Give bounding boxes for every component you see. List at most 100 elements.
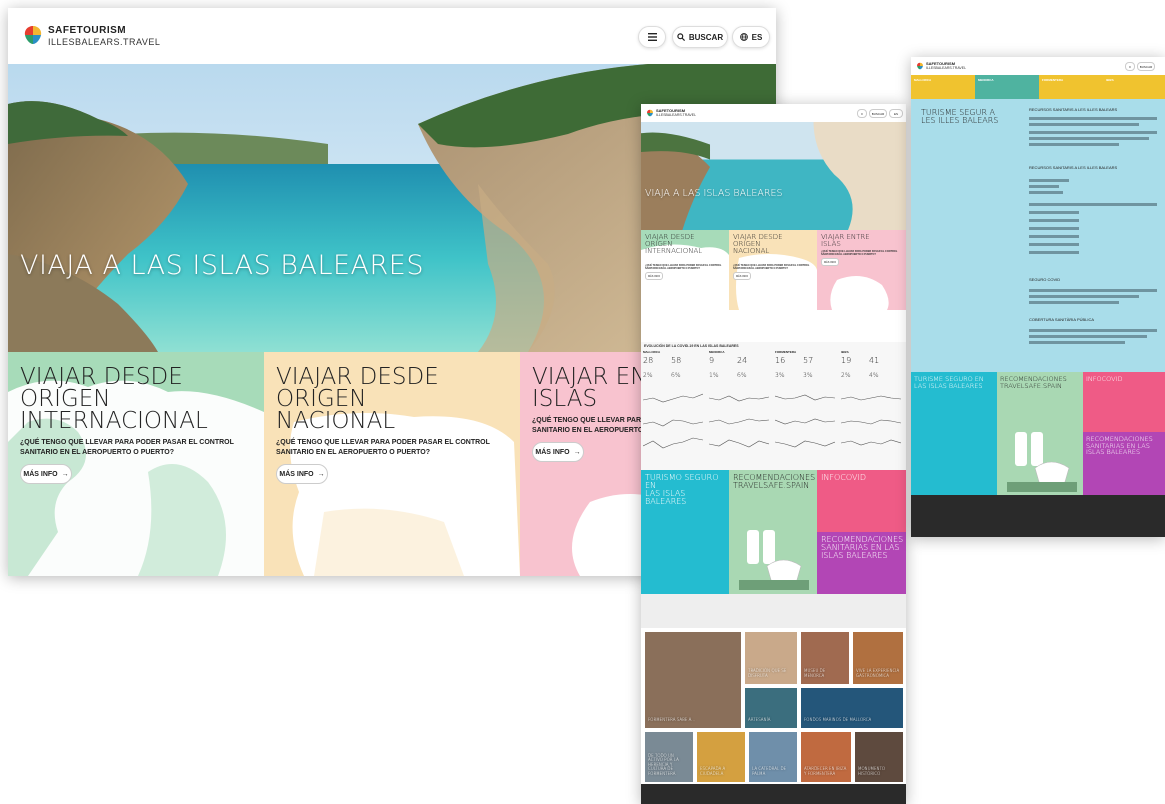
menu-button[interactable] [638, 26, 666, 48]
section-heading: RECURSOS SANITARIS A LES ILLES BALEARS [1029, 107, 1118, 112]
section-heading: SEGURO COVID [1029, 277, 1061, 282]
covid-evolution-section: EVOLUCIÓN DE LA COVID-19 EN LAS ISLAS BA… [641, 342, 906, 470]
panel-question: ¿QUÉ TENGO QUE LLEVAR PARA PODER PASAR E… [821, 250, 898, 256]
panel-title: VIAJAR ENTRE ISLAS [821, 233, 870, 248]
hero-beach-image [641, 122, 906, 230]
panel-national: VIAJAR DESDE ORIGEN NACIONAL ¿QUÉ TENGO QU… [729, 230, 817, 310]
hero-title: VIAJA A LAS ISLAS BALEARES [645, 188, 783, 199]
menu-icon: ≡ [1129, 64, 1131, 69]
more-info-button[interactable]: MÁS INFO → [532, 442, 584, 462]
section-title: EVOLUCIÓN DE LA COVID-19 EN LAS ISLAS BA… [644, 344, 739, 348]
menu-button[interactable]: ≡ [1125, 62, 1135, 71]
gallery-tile[interactable]: ARTESANÍA [745, 688, 797, 728]
panel-question: ¿QUÉ TENGO QUE LLEVAR PARA PODER PASAR E… [645, 264, 722, 270]
panel-title: VIAJAR DESDE ORIGEN NACIONAL [276, 364, 439, 434]
page-title: TURISME SEGUR A LES ILLES BALEARS [921, 108, 999, 125]
language-button[interactable]: ES [732, 26, 770, 48]
more-info-button[interactable]: MÁS INFO → [276, 464, 328, 484]
paragraph-line [1029, 335, 1147, 338]
safetourism-logo-icon[interactable] [916, 62, 924, 70]
nav-island-mallorca[interactable]: MALLORCA [911, 75, 975, 99]
gallery-tile[interactable]: LA CATEDRAL DE PALMA [749, 732, 797, 782]
health-resources-content: TURISME SEGUR A LES ILLES BALEARS RECURS… [911, 99, 1165, 372]
nav-island-formentera[interactable]: FORMENTERA [1039, 75, 1103, 99]
gallery-tile[interactable]: ESCAPADA A CIUDADELA [697, 732, 745, 782]
table-row [1029, 179, 1069, 182]
site-header: SAFETOURISM ILLESBALEARS.TRAVEL ≡ BUSCAR… [641, 104, 906, 122]
nav-island-ibiza[interactable]: IBIZA [1103, 75, 1165, 99]
site-header: SAFETOURISM ILLESBALEARS.TRAVEL ≡ BUSCAR [911, 57, 1165, 75]
safetourism-logo-icon[interactable] [646, 109, 654, 117]
gallery-tile[interactable]: FONDOS MARINOS DE MALLORCA [801, 688, 903, 728]
search-button[interactable]: BUSCAR [1137, 62, 1155, 71]
panel-question: ¿QUÉ TENGO QUE LLEVAR PARA PODER PASAR E… [733, 264, 810, 270]
section-heading: COBERTURA SANITÀRIA PÚBLICA [1029, 317, 1095, 322]
gallery-tile[interactable]: FORMENTERA SABE A… [645, 632, 741, 728]
safetourism-logo-icon[interactable] [22, 24, 44, 46]
brand-name: SAFETOURISM [48, 25, 127, 36]
arrow-right-icon: → [573, 448, 581, 456]
nav-island-menorca[interactable]: MENORCA [975, 75, 1039, 99]
tile-safe-tourism[interactable]: TURISME SEGURO EN LAS ISLAS BALEARES [911, 372, 997, 495]
search-button[interactable]: BUSCAR [869, 109, 887, 118]
hero-title: VIAJA A LAS ISLAS BALEARES [20, 250, 424, 281]
more-info-button[interactable]: MÁS INFO → [20, 464, 72, 484]
table-row [1029, 185, 1059, 188]
evolution-column: FORMENTERA 16 57 3% 3% [773, 350, 837, 470]
island-card-mallorca[interactable]: MALLORCA 2 [641, 310, 707, 342]
gallery-tile[interactable]: VIVE LA EXPERIENCIA GASTRONÓMICA [853, 632, 903, 684]
evolution-column: MENORCA 9 24 1% 6% [707, 350, 771, 470]
news-strip [641, 594, 906, 628]
tile-safe-tourism[interactable]: TURISMO SEGURO EN LAS ISLAS BALEARES [641, 470, 729, 594]
more-info-button[interactable]: MÁS INFO [821, 258, 839, 266]
globe-icon [739, 33, 748, 41]
paragraph-line [1029, 295, 1139, 298]
brand-domain: ILLESBALEARS.TRAVEL [656, 113, 697, 117]
island-card-menorca[interactable]: MENORCA 1 [707, 310, 773, 342]
tile-travelsafe[interactable]: RECOMENDACIONES TRAVELSAFE.SPAIN [729, 470, 817, 594]
paragraph-line [1029, 301, 1119, 304]
evolution-column: IBIZA 19 41 2% 4% [839, 350, 903, 470]
table-row [1029, 191, 1063, 194]
table-row [1029, 235, 1079, 238]
panel-title: VIAJAR DESDE ORIGEN INTERNACIONAL [645, 233, 703, 255]
tile-health-recommendations[interactable]: RECOMENDACIONES SANITARIAS EN LAS ISLAS BA… [1083, 432, 1165, 495]
paragraph-line [1029, 341, 1125, 344]
gallery-tile[interactable]: TRADICIÓN QUE SE DISFRUTA [745, 632, 797, 684]
paragraph-line [1029, 289, 1157, 292]
tile-infocovid[interactable]: INFOCOVID [1083, 372, 1165, 432]
table-row [1029, 251, 1079, 254]
panel-international: VIAJAR DESDE ORIGEN INTERNACIONAL ¿QUÉ T… [8, 352, 264, 576]
paragraph-line [1029, 137, 1149, 140]
section-heading: RECURSOS SANITARIS A LES ILLES BALEARS [1029, 165, 1118, 170]
paragraph-line [1029, 123, 1139, 126]
table-row [1029, 227, 1079, 230]
menu-icon: ≡ [861, 111, 863, 116]
site-footer [911, 495, 1165, 537]
gallery-tile[interactable]: MONUMENTO HISTÓRICO [855, 732, 903, 782]
paragraph-line [1029, 329, 1157, 332]
language-button[interactable]: ES [889, 109, 903, 118]
trend-sparkline [775, 394, 835, 448]
more-info-button[interactable]: MÁS INFO [733, 272, 751, 280]
panel-question: ¿QUÉ TENGO QUE LLEVAR PARA PODER PASAR E… [276, 439, 490, 456]
info-tiles: TURISME SEGURO EN LAS ISLAS BALEARES RECO… [911, 372, 1165, 495]
search-button[interactable]: BUSCAR [672, 26, 728, 48]
site-footer [641, 784, 906, 804]
gallery-tile[interactable]: DE TODO UN ACTIVO POR LA HERENCIA Y CULT… [645, 732, 693, 782]
gallery-tile[interactable]: ATARDECER EN IBIZA Y FORMENTERA [801, 732, 851, 782]
menu-button[interactable]: ≡ [857, 109, 867, 118]
site-header: SAFETOURISM ILLESBALEARS.TRAVEL BUSCAR E… [8, 8, 776, 64]
tile-health-recommendations[interactable]: RECOMENDACIONES SANITARIAS EN LAS ISLAS BA… [817, 532, 906, 594]
mobile-long-screenshot: SAFETOURISM ILLESBALEARS.TRAVEL ≡ BUSCAR… [641, 104, 906, 804]
arrow-right-icon: → [317, 470, 325, 478]
evolution-column: MALLORCA 28 58 2% 6% [641, 350, 705, 470]
island-card-formentera[interactable]: FORMENTERA 2 [773, 310, 839, 342]
more-info-button[interactable]: MÁS INFO [645, 272, 663, 280]
health-resources-screenshot: SAFETOURISM ILLESBALEARS.TRAVEL ≡ BUSCAR… [911, 57, 1165, 537]
gallery-tile[interactable]: MUSEU DE MENORCA [801, 632, 849, 684]
tile-infocovid[interactable]: INFOCOVID [817, 470, 906, 532]
island-card-ibiza[interactable]: IBIZA 2 [839, 310, 906, 342]
language-label: ES [751, 32, 763, 42]
tile-travelsafe[interactable]: RECOMENDACIONES TRAVELSAFE.SPAIN [997, 372, 1083, 495]
